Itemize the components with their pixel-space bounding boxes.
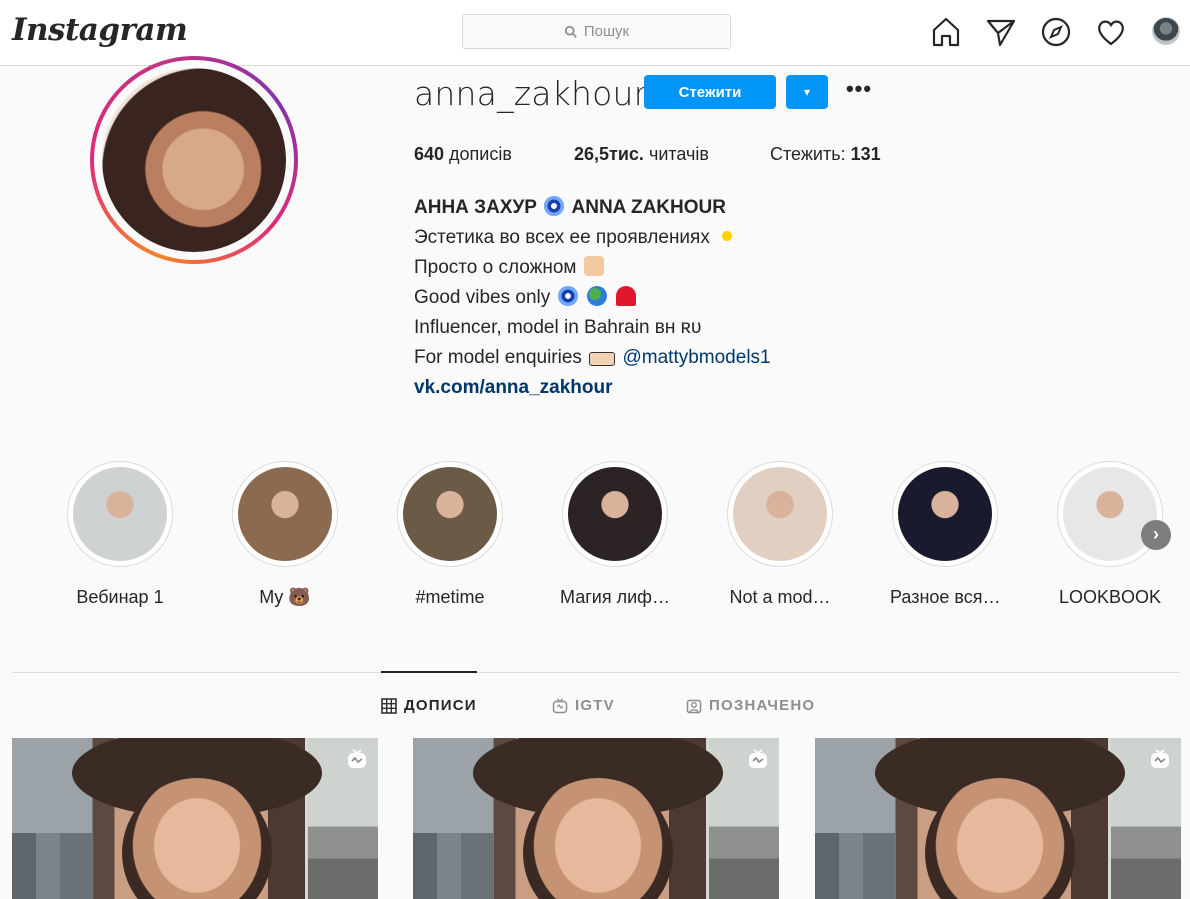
bio-mention-link[interactable]: @mattybmodels1 bbox=[622, 347, 770, 368]
story-highlight[interactable]: Вебинар 1 bbox=[65, 461, 175, 608]
more-options-icon[interactable]: ••• bbox=[842, 78, 876, 106]
tab-igtv[interactable]: IGTV bbox=[552, 697, 615, 714]
followers-count[interactable]: 26,5тис. читачів bbox=[574, 144, 709, 165]
highlight-label: Not a mod… bbox=[729, 587, 831, 607]
story-highlight[interactable]: Not a mod… bbox=[725, 461, 835, 608]
highlight-label: Магия лиф… bbox=[560, 587, 670, 607]
post-thumbnail[interactable] bbox=[413, 738, 779, 899]
pointing-hand-icon bbox=[589, 352, 616, 366]
direct-messages-icon[interactable] bbox=[985, 16, 1017, 48]
suggested-accounts-dropdown[interactable]: ▾ bbox=[786, 75, 828, 109]
igtv-icon bbox=[348, 749, 366, 768]
bio-website-line: vk.com/anna_zakhour bbox=[414, 373, 771, 403]
profile-avatar[interactable] bbox=[90, 56, 298, 264]
tab-tagged[interactable]: ПОЗНАЧЕНО bbox=[686, 697, 815, 714]
igtv-icon bbox=[552, 698, 568, 713]
bio-name-line: АННА ЗАХУР ANNA ZAKHOUR bbox=[414, 196, 726, 218]
nazar-amulet-icon bbox=[544, 196, 565, 216]
highlight-label: Разное вся… bbox=[890, 587, 1000, 607]
highlight-cover bbox=[232, 461, 338, 567]
search-input[interactable]: Пошук bbox=[462, 14, 731, 49]
activity-heart-icon[interactable] bbox=[1095, 16, 1127, 48]
bio-line: Эстетика во всех ее проявлениях bbox=[414, 223, 771, 253]
bio-website-link[interactable]: vk.com/anna_zakhour bbox=[414, 377, 613, 398]
post-thumbnail[interactable] bbox=[815, 738, 1181, 899]
sparkles-icon bbox=[717, 226, 738, 246]
active-tab-indicator bbox=[381, 671, 477, 673]
highlight-label: #metime bbox=[415, 587, 485, 607]
highlight-cover bbox=[397, 461, 503, 567]
tabs-divider bbox=[12, 672, 1180, 673]
nazar-amulet-icon bbox=[557, 286, 578, 306]
highlight-cover bbox=[562, 461, 668, 567]
globe-icon bbox=[586, 286, 607, 306]
profile-username: anna_zakhour bbox=[414, 74, 648, 113]
follow-button[interactable]: Стежити bbox=[644, 75, 776, 109]
igtv-icon bbox=[749, 749, 767, 768]
profile-bio: АННА ЗАХУР ANNA ZAKHOUR Эстетика во всех… bbox=[414, 193, 771, 403]
search-placeholder: Пошук bbox=[583, 23, 630, 40]
home-icon[interactable] bbox=[930, 16, 962, 48]
highlight-cover bbox=[67, 461, 173, 567]
story-highlight[interactable]: Магия лиф… bbox=[560, 461, 670, 608]
highlights-next-arrow[interactable]: › bbox=[1141, 520, 1171, 550]
highlight-label: LOOKBOOK bbox=[1058, 587, 1162, 607]
tab-posts[interactable]: ДОПИСИ bbox=[381, 697, 477, 714]
story-highlight[interactable]: My 🐻 bbox=[230, 461, 340, 608]
red-heart-icon bbox=[616, 286, 637, 306]
story-highlight[interactable]: Разное вся… bbox=[890, 461, 1000, 608]
bio-line: For model enquiries @mattybmodels1 bbox=[414, 347, 771, 368]
tagged-icon bbox=[686, 699, 702, 713]
highlight-cover bbox=[892, 461, 998, 567]
highlight-cover bbox=[1057, 461, 1163, 567]
explore-compass-icon[interactable] bbox=[1040, 16, 1072, 48]
highlight-cover bbox=[727, 461, 833, 567]
bio-line: Просто о сложном bbox=[414, 253, 771, 283]
post-thumbnail[interactable] bbox=[12, 738, 378, 899]
instagram-logo[interactable]: Instagram bbox=[12, 12, 188, 48]
profile-photo bbox=[102, 68, 286, 252]
bio-line: Influencer, model in Bahrain ʙʜ ʀᴜ bbox=[414, 317, 702, 338]
raising-hands-icon bbox=[583, 256, 604, 276]
highlight-label: Вебинар 1 bbox=[76, 587, 164, 607]
posts-count: 640 дописів bbox=[414, 144, 512, 164]
following-count[interactable]: Стежить: 131 bbox=[770, 144, 881, 165]
highlight-label: My 🐻 bbox=[259, 587, 311, 607]
profile-avatar-nav[interactable] bbox=[1152, 17, 1180, 45]
grid-icon bbox=[381, 697, 397, 714]
bio-line: Good vibes only bbox=[414, 283, 771, 313]
igtv-icon bbox=[1151, 749, 1169, 768]
story-highlight[interactable]: #metime bbox=[395, 461, 505, 608]
search-icon bbox=[564, 25, 577, 38]
